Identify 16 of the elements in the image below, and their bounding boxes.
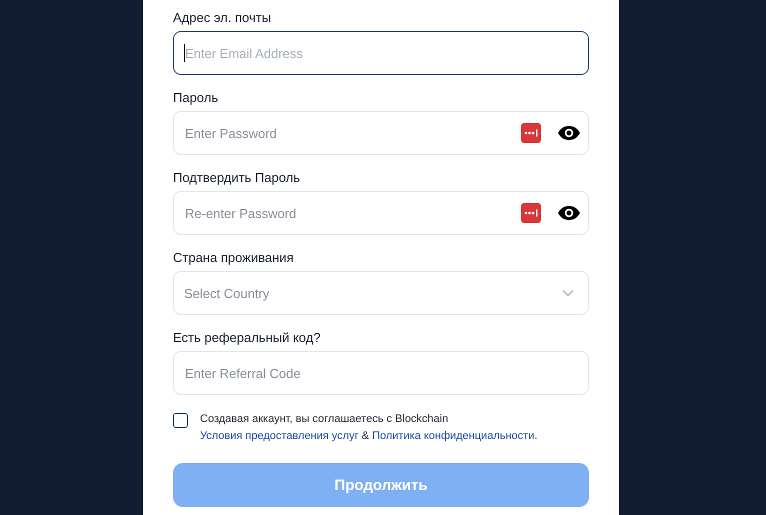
eye-icon[interactable]: [557, 205, 581, 221]
terms-link[interactable]: Условия предоставления услуг: [200, 430, 359, 442]
eye-icon[interactable]: [557, 125, 581, 141]
checkbox[interactable]: [173, 413, 188, 428]
password-field[interactable]: Re-enter Password: [173, 191, 589, 235]
field-label: Адрес эл. почты: [173, 9, 272, 27]
input-field[interactable]: Enter Email Address: [173, 31, 589, 75]
agreement-text: Создавая аккаунт, вы соглашаетесь с Blockchain Условия предоставления услуг & Политика конфиденциальности.: [200, 412, 538, 444]
password-manager-icon[interactable]: [521, 203, 541, 223]
field-label: Пароль: [173, 89, 218, 107]
password-manager-icon[interactable]: [521, 123, 541, 143]
field-label: Есть реферальный код?: [173, 329, 321, 347]
password-field[interactable]: Enter Password: [173, 111, 589, 155]
field-label: Страна проживания: [173, 249, 294, 267]
privacy-link[interactable]: Политика конфиденциальности: [372, 430, 534, 442]
field-label: Подтвердить Пароль: [173, 169, 300, 187]
